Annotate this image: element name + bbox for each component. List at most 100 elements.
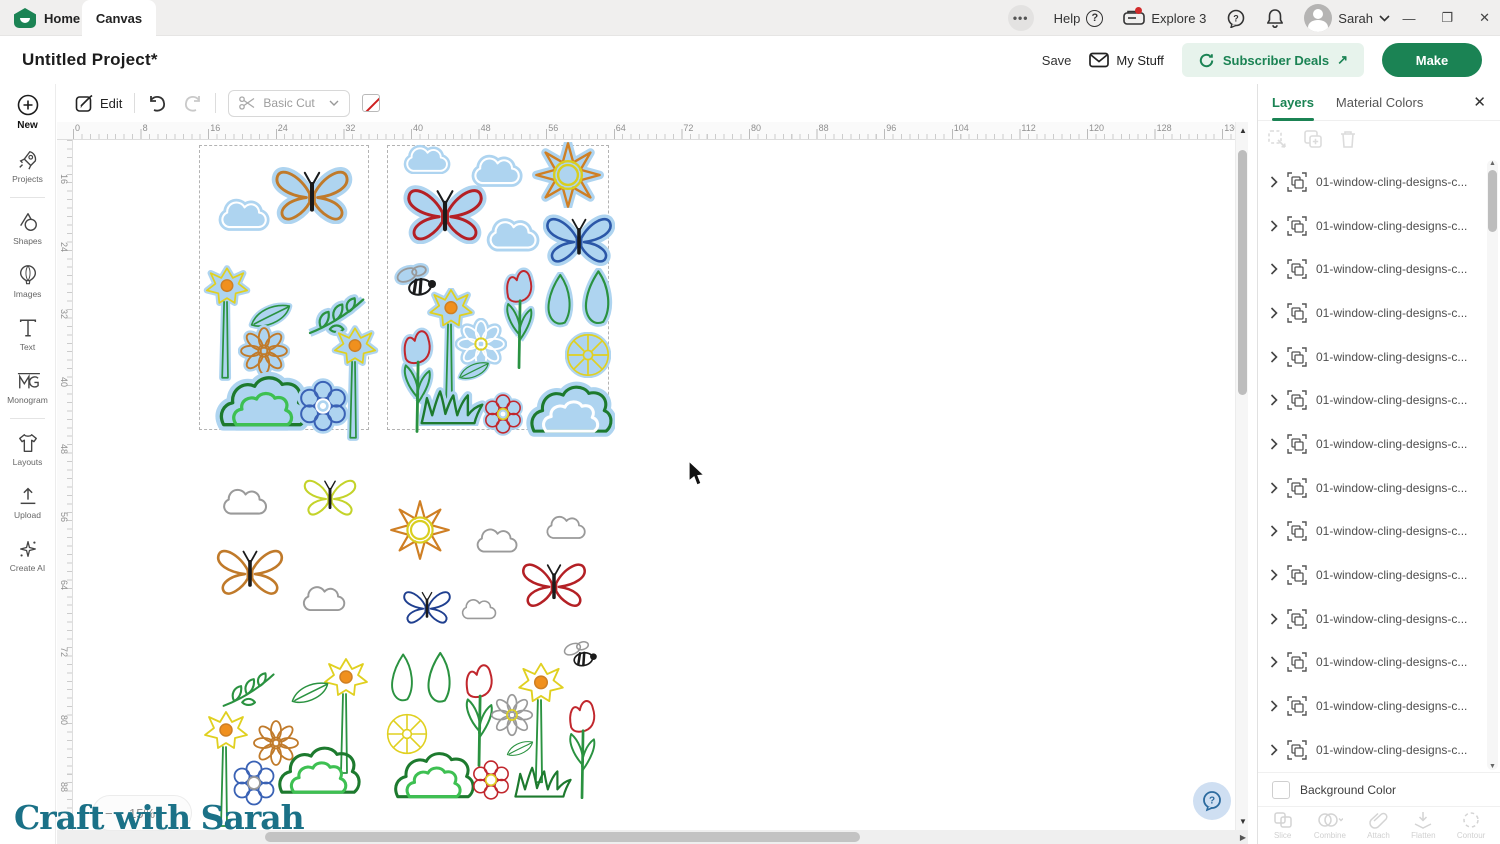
help-bubble-button[interactable]: ? [1193, 782, 1231, 820]
window-minimize-button[interactable]: — [1402, 11, 1415, 26]
make-button[interactable]: Make [1382, 43, 1482, 77]
no-color-swatch[interactable] [362, 94, 380, 112]
panel-scroll-up-arrow[interactable]: ▲ [1489, 160, 1496, 167]
art-flower6[interactable] [469, 758, 513, 802]
undo-button[interactable] [147, 94, 169, 112]
expand-chevron-icon[interactable] [1270, 700, 1278, 712]
canvas-viewport[interactable] [73, 140, 1248, 844]
my-stuff-button[interactable]: My Stuff [1089, 52, 1163, 68]
background-color-swatch[interactable] [1272, 781, 1290, 799]
art-cloud[interactable] [483, 212, 543, 252]
expand-chevron-icon[interactable] [1270, 307, 1278, 319]
more-options-button[interactable]: ••• [1008, 5, 1034, 31]
expand-chevron-icon[interactable] [1270, 263, 1278, 275]
art-butterfly[interactable] [301, 472, 359, 518]
art-butterfly[interactable] [213, 540, 287, 598]
expand-chevron-icon[interactable] [1270, 482, 1278, 494]
art-butterfly[interactable] [403, 178, 487, 244]
art-grass[interactable] [513, 762, 573, 800]
art-cloud[interactable] [297, 578, 351, 614]
tab-home[interactable]: Home [14, 0, 80, 36]
expand-chevron-icon[interactable] [1270, 569, 1278, 581]
art-leaf[interactable] [289, 678, 331, 706]
art-cloud[interactable] [471, 520, 523, 556]
art-butterfly[interactable] [543, 208, 615, 266]
expand-chevron-icon[interactable] [1270, 220, 1278, 232]
art-butterfly[interactable] [401, 584, 453, 626]
expand-chevron-icon[interactable] [1270, 351, 1278, 363]
layer-row[interactable]: 01-window-cling-designs-c... [1258, 247, 1488, 291]
scroll-down-arrow[interactable]: ▼ [1239, 817, 1247, 826]
art-cloud[interactable] [457, 592, 501, 622]
art-leaf2[interactable] [541, 272, 575, 330]
panel-close-button[interactable]: ✕ [1473, 93, 1486, 111]
tab-layers[interactable]: Layers [1272, 84, 1314, 121]
sidebar-item-text[interactable]: Text [0, 308, 55, 361]
panel-scrollbar[interactable]: ▲ ▼ [1487, 160, 1498, 770]
art-leaf[interactable] [457, 358, 491, 382]
art-cloud[interactable] [541, 508, 591, 542]
duplicate-icon-disabled[interactable] [1302, 128, 1324, 150]
layer-row[interactable]: 01-window-cling-designs-c... [1258, 466, 1488, 510]
art-sun[interactable] [531, 142, 605, 208]
layer-row[interactable]: 01-window-cling-designs-c... [1258, 553, 1488, 597]
layer-row[interactable]: 01-window-cling-designs-c... [1258, 291, 1488, 335]
flatten-button-disabled[interactable]: Flatten [1411, 811, 1435, 840]
layer-row[interactable]: 01-window-cling-designs-c... [1258, 335, 1488, 379]
redo-button[interactable] [181, 94, 203, 112]
scroll-up-arrow[interactable]: ▲ [1239, 126, 1247, 135]
layer-row[interactable]: 01-window-cling-designs-c... [1258, 510, 1488, 554]
expand-chevron-icon[interactable] [1270, 438, 1278, 450]
art-wheel[interactable] [565, 332, 611, 378]
zoom-in-button[interactable]: + [171, 806, 179, 821]
window-maximize-button[interactable]: ❐ [1441, 10, 1453, 26]
layer-row[interactable]: 01-window-cling-designs-c... [1258, 684, 1488, 728]
art-bush[interactable] [391, 744, 475, 804]
art-butterfly[interactable] [271, 160, 353, 224]
expand-chevron-icon[interactable] [1270, 394, 1278, 406]
contour-button-disabled[interactable]: Contour [1457, 811, 1485, 840]
sidebar-item-images[interactable]: Images [0, 255, 55, 308]
sidebar-item-monogram[interactable]: Monogram [0, 361, 55, 414]
art-butterfly[interactable] [519, 554, 589, 610]
art-grass[interactable] [419, 386, 485, 426]
art-flower6[interactable] [295, 378, 351, 434]
slice-button-disabled[interactable]: Slice [1273, 811, 1293, 840]
sidebar-item-projects[interactable]: Projects [0, 140, 55, 193]
art-bush[interactable] [525, 378, 615, 438]
save-button[interactable]: Save [1042, 53, 1072, 68]
vertical-scroll-thumb[interactable] [1238, 150, 1247, 395]
layer-row[interactable]: 01-window-cling-designs-c... [1258, 641, 1488, 685]
layer-row[interactable]: 01-window-cling-designs-c... [1258, 597, 1488, 641]
select-layers-icon-disabled[interactable] [1266, 128, 1288, 150]
art-leaf2[interactable] [385, 652, 417, 706]
operation-dropdown[interactable]: Basic Cut [228, 90, 350, 117]
expand-chevron-icon[interactable] [1270, 656, 1278, 668]
art-sun[interactable] [387, 500, 453, 560]
layer-row[interactable]: 01-window-cling-designs-c... [1258, 378, 1488, 422]
art-cloud[interactable] [217, 480, 273, 518]
expand-chevron-icon[interactable] [1270, 613, 1278, 625]
scroll-right-arrow[interactable]: ▶ [1240, 833, 1246, 842]
layer-row[interactable]: 01-window-cling-designs-c... [1258, 728, 1488, 772]
help-button[interactable]: Help ? [1054, 10, 1104, 27]
combine-button-disabled[interactable]: Combine [1314, 811, 1346, 840]
art-leaf[interactable] [505, 738, 535, 758]
expand-chevron-icon[interactable] [1270, 744, 1278, 756]
notifications-button[interactable] [1266, 8, 1284, 28]
zoom-out-button[interactable]: − [105, 806, 113, 821]
canvas-horizontal-scrollbar[interactable]: ▶ [57, 830, 1248, 844]
art-cloud[interactable] [215, 193, 273, 231]
machine-status-button[interactable]: Explore 3 [1123, 10, 1206, 26]
attach-button-disabled[interactable]: Attach [1367, 811, 1390, 840]
art-bush[interactable] [275, 738, 361, 800]
sidebar-item-shapes[interactable]: Shapes [0, 202, 55, 255]
art-cloud[interactable] [395, 140, 459, 174]
delete-icon-disabled[interactable] [1338, 128, 1358, 150]
tab-canvas[interactable]: Canvas [82, 0, 156, 36]
art-leaf2[interactable] [578, 268, 614, 330]
layer-row[interactable]: 01-window-cling-designs-c... [1258, 204, 1488, 248]
expand-chevron-icon[interactable] [1270, 525, 1278, 537]
sidebar-item-layouts[interactable]: Layouts [0, 423, 55, 476]
horizontal-scroll-thumb[interactable] [265, 832, 860, 842]
